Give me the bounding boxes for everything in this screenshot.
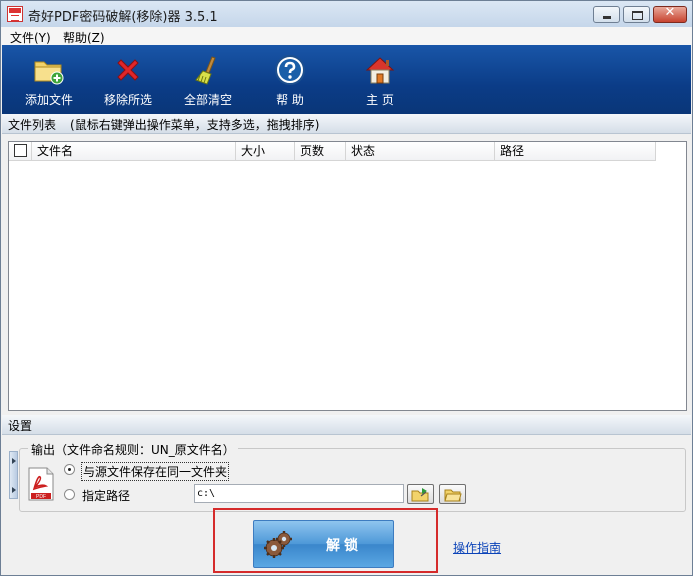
add-file-button[interactable]: 添加文件 bbox=[13, 45, 85, 114]
gears-icon bbox=[264, 531, 292, 558]
red-x-icon bbox=[117, 59, 139, 81]
minimize-button[interactable] bbox=[593, 6, 620, 23]
open-folder-button[interactable] bbox=[439, 484, 466, 504]
custom-path-label[interactable]: 指定路径 bbox=[82, 487, 130, 504]
path-input[interactable] bbox=[194, 484, 404, 503]
open-folder-icon bbox=[444, 489, 462, 502]
clear-all-button[interactable]: 全部清空 bbox=[172, 45, 244, 114]
window-title: 奇好PDF密码破解(移除)器 3.5.1 bbox=[28, 10, 218, 25]
app-window: 奇好PDF密码破解(移除)器 3.5.1 ✕ 文件(Y) 帮助(Z) 添加文件 … bbox=[0, 0, 693, 576]
radio-same-folder[interactable] bbox=[64, 464, 75, 475]
folder-arrow-icon bbox=[411, 488, 429, 502]
select-all-checkbox[interactable] bbox=[14, 144, 27, 157]
file-list-title: 文件列表 (鼠标右键弹出操作菜单，支持多选，拖拽排序) bbox=[8, 116, 319, 133]
radio-custom-path[interactable] bbox=[64, 489, 75, 500]
svg-text:PDF: PDF bbox=[36, 494, 46, 500]
file-list-section-title: 文件列表 bbox=[8, 118, 57, 132]
close-button[interactable]: ✕ bbox=[653, 5, 687, 23]
file-list-hint: (鼠标右键弹出操作菜单，支持多选，拖拽排序) bbox=[70, 118, 320, 132]
add-file-label: 添加文件 bbox=[24, 93, 73, 107]
operation-guide-link[interactable]: 操作指南 bbox=[453, 539, 501, 556]
column-header-filename[interactable]: 文件名 bbox=[32, 142, 236, 160]
help-label: 帮 助 bbox=[276, 93, 304, 107]
broom-icon bbox=[195, 56, 216, 85]
help-icon bbox=[275, 55, 305, 85]
home-label: 主 页 bbox=[366, 93, 394, 107]
remove-selected-button[interactable]: 移除所选 bbox=[92, 45, 164, 114]
column-header-status[interactable]: 状态 bbox=[346, 142, 495, 160]
file-list-section-bar: 文件列表 (鼠标右键弹出操作菜单，支持多选，拖拽排序) bbox=[2, 114, 691, 134]
column-header-size[interactable]: 大小 bbox=[236, 142, 295, 160]
file-list-header: 文件名 大小 页数 状态 路径 bbox=[9, 142, 656, 161]
unlock-button[interactable]: 解锁 bbox=[253, 520, 394, 568]
remove-selected-label: 移除所选 bbox=[103, 93, 152, 107]
home-button[interactable]: 主 页 bbox=[344, 45, 416, 114]
output-legend: 输出（文件命名规则：UN_原文件名） bbox=[28, 441, 238, 458]
same-folder-label[interactable]: 与源文件保存在同一文件夹 bbox=[81, 462, 230, 481]
header-select-all-cell bbox=[9, 142, 32, 160]
maximize-button[interactable] bbox=[623, 6, 650, 23]
menu-help[interactable]: 帮助(Z) bbox=[63, 29, 105, 46]
column-header-pages[interactable]: 页数 bbox=[295, 142, 346, 160]
settings-title: 设置 bbox=[8, 419, 33, 433]
pdf-file-icon: PDF bbox=[28, 467, 54, 501]
menu-file[interactable]: 文件(Y) bbox=[10, 29, 51, 46]
title-bar[interactable]: 奇好PDF密码破解(移除)器 3.5.1 ✕ bbox=[1, 1, 692, 27]
menu-bar: 文件(Y) 帮助(Z) bbox=[1, 27, 692, 45]
pdf-app-icon bbox=[7, 6, 23, 22]
add-folder-icon bbox=[34, 61, 64, 85]
browse-path-button[interactable] bbox=[407, 484, 434, 504]
home-icon bbox=[365, 57, 395, 84]
unlock-label: 解锁 bbox=[326, 538, 362, 554]
column-header-path[interactable]: 路径 bbox=[495, 142, 656, 160]
settings-section-bar: 设置 bbox=[2, 415, 691, 435]
close-icon: ✕ bbox=[664, 5, 676, 20]
toolbar: 添加文件 移除所选 全部清空 帮 助 主 页 bbox=[2, 45, 691, 114]
help-button[interactable]: 帮 助 bbox=[254, 45, 326, 114]
file-list[interactable]: 文件名 大小 页数 状态 路径 bbox=[8, 141, 687, 411]
collapse-handle[interactable] bbox=[9, 451, 18, 499]
clear-all-label: 全部清空 bbox=[183, 93, 232, 107]
